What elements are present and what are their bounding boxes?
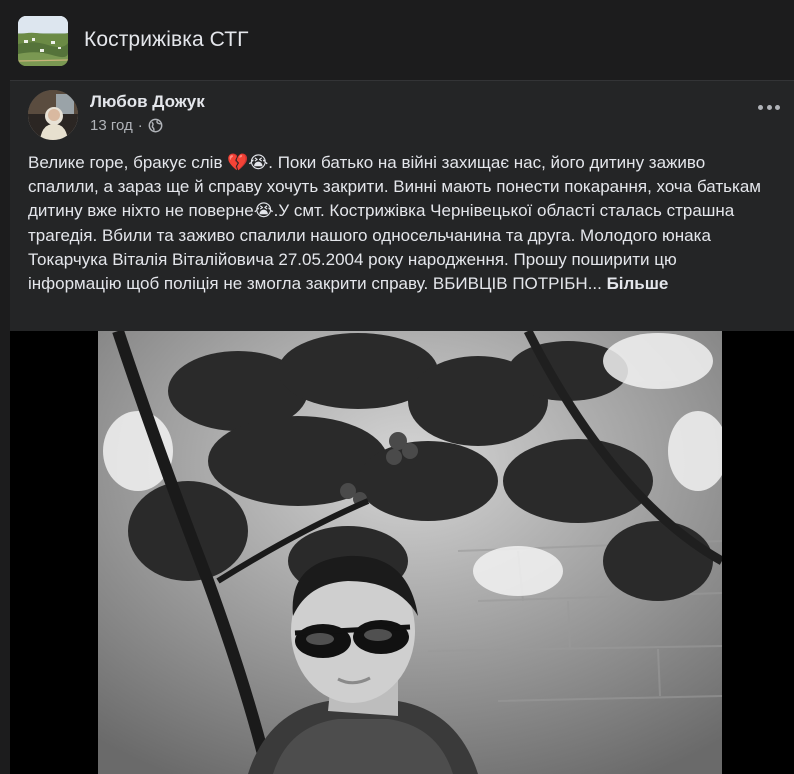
group-thumbnail[interactable] bbox=[18, 16, 68, 66]
post-media[interactable] bbox=[10, 331, 794, 774]
post-body: Велике горе, бракує слів 💔😭. Поки батько… bbox=[28, 151, 768, 296]
meta-separator: · bbox=[137, 117, 143, 134]
post-meta: 13 год · bbox=[90, 117, 163, 134]
globe-icon[interactable] bbox=[148, 118, 163, 133]
post-card: Любов Дожук 13 год · Велике горе, бракує… bbox=[10, 80, 794, 332]
author-name[interactable]: Любов Дожук bbox=[90, 92, 205, 112]
group-name[interactable]: Кострижівка СТГ bbox=[84, 28, 249, 52]
group-header: Кострижівка СТГ bbox=[0, 0, 794, 80]
post-text: Велике горе, бракує слів 💔😭. Поки батько… bbox=[28, 153, 761, 294]
see-more-link[interactable]: Більше bbox=[607, 274, 669, 293]
post-photo[interactable] bbox=[98, 331, 722, 774]
landscape-icon bbox=[18, 16, 68, 66]
photo-icon bbox=[98, 331, 722, 774]
more-options-icon[interactable] bbox=[758, 103, 780, 111]
author-avatar[interactable] bbox=[28, 90, 78, 140]
avatar-photo-icon bbox=[28, 90, 78, 140]
post-time[interactable]: 13 год bbox=[90, 117, 133, 134]
